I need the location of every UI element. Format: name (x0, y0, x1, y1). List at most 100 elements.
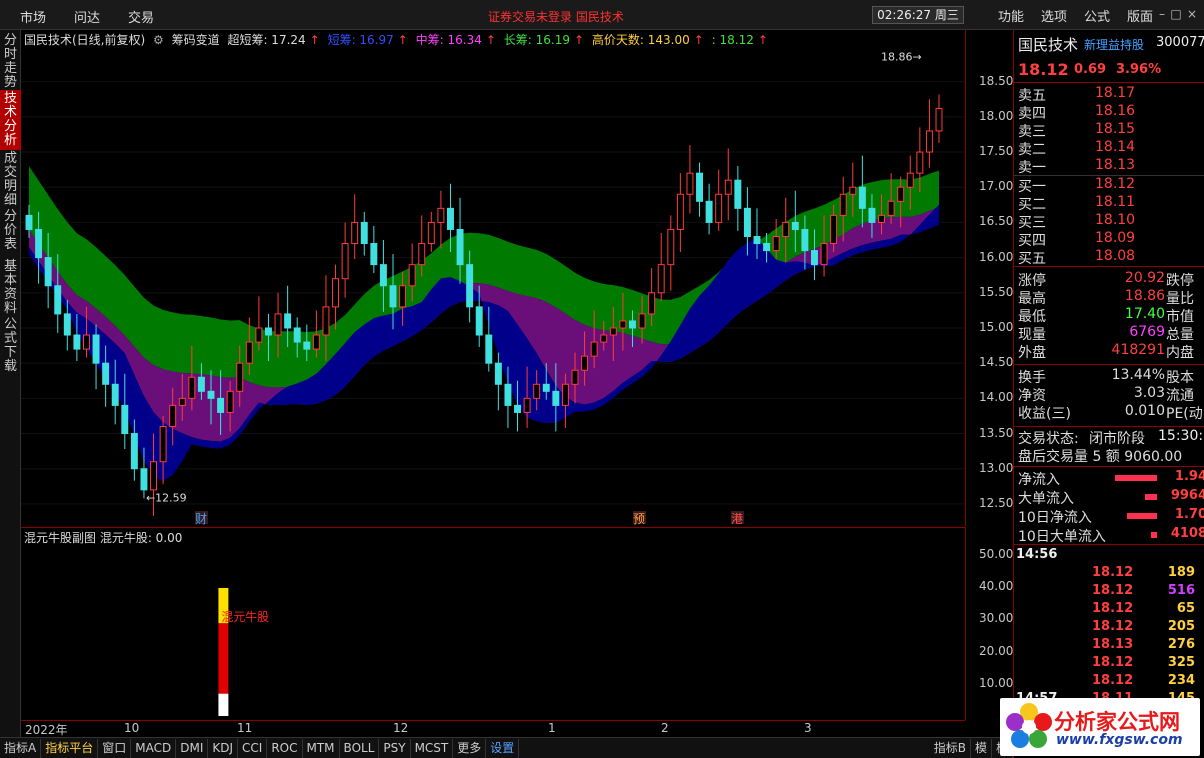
top-menu-bar: 市场 问达 交易 证券交易未登录 国民技术 02:26:27 周三 功能 选项 … (0, 0, 1204, 30)
stat-value: 20.92 (1124, 270, 1165, 286)
tab-boll[interactable]: BOLL (340, 738, 380, 758)
sub-indicator-chart[interactable]: 混元牛股 (21, 527, 965, 720)
ask-label: 卖三 (1018, 124, 1046, 140)
tab-more[interactable]: 更多 (453, 738, 487, 758)
ask-label: 卖二 (1018, 142, 1046, 158)
last-price: 18.12 (1018, 60, 1069, 79)
tab-fundamentals[interactable]: 基本资料 (0, 258, 21, 318)
tick-row: 18.12 65 (1016, 601, 1203, 619)
tab-intraday[interactable]: 分时走势 (0, 32, 21, 92)
tab-kdj[interactable]: KDJ (208, 738, 239, 758)
tab-window[interactable]: 窗口 (98, 738, 132, 758)
menu-ask[interactable]: 问达 (74, 7, 100, 26)
tick-volume: 189 (1167, 565, 1195, 580)
tab-indicator-platform[interactable]: 指标平台 (41, 738, 99, 758)
tab-template[interactable]: 模 (971, 738, 992, 758)
ask-row[interactable]: 卖一 18.13 (1018, 157, 1201, 176)
menu-formula[interactable]: 公式 (1084, 6, 1110, 25)
tab-price-table[interactable]: 分价表 (0, 208, 21, 254)
stat-label2: 股本 (1166, 370, 1194, 386)
tab-indicator-a[interactable]: 指标A (0, 738, 42, 758)
minimize-icon[interactable]: – (1156, 8, 1168, 20)
main-chart-legend: 国民技术(日线,前复权) ⚙ 筹码变道 超短筹: 17.24 ↑ 短筹: 16.9… (24, 31, 772, 48)
flow-row: 净流入 1.94 (1018, 469, 1204, 488)
tick-price: 18.12 (1092, 655, 1134, 670)
divider (1014, 82, 1204, 83)
event-marker[interactable]: 财 (195, 511, 208, 526)
tick-volume: 205 (1167, 619, 1195, 634)
up-arrow-icon: ↑ (397, 33, 408, 47)
price-tick-label: 18.00 (979, 108, 1014, 123)
divider (1014, 426, 1204, 427)
up-arrow-icon: ↑ (485, 33, 496, 47)
tab-dmi[interactable]: DMI (176, 738, 209, 758)
clock-display: 02:26:27 周三 (872, 6, 964, 24)
bid-row[interactable]: 买二 18.11 (1018, 194, 1201, 213)
legend-mid: 中筹: 16.34 (415, 33, 482, 47)
event-marker[interactable]: 预 (633, 511, 646, 526)
tab-indicator-b[interactable]: 指标B (930, 738, 971, 758)
date-label: 2 (661, 721, 669, 735)
ask-label: 卖一 (1018, 160, 1046, 176)
bid-row[interactable]: 买四 18.09 (1018, 230, 1201, 249)
tab-settings[interactable]: 设置 (486, 738, 520, 758)
bid-row[interactable]: 买五 18.08 (1018, 248, 1201, 267)
tab-technical-analysis[interactable]: 技术分析 (0, 90, 21, 150)
candle (705, 183, 713, 235)
flow-value: 9964 (1170, 488, 1204, 503)
menu-function[interactable]: 功能 (998, 6, 1024, 25)
low-price-marker: ←12.59 (146, 492, 187, 505)
stock-tag[interactable]: 新理益持股 (1084, 36, 1144, 53)
stat-label: 外盘 (1018, 345, 1046, 361)
settings-gear-icon[interactable]: ⚙ (153, 33, 164, 47)
up-arrow-icon: ↑ (309, 33, 320, 47)
stat-label2: 流通 (1166, 388, 1194, 404)
ask-row[interactable]: 卖五 18.17 (1018, 85, 1201, 104)
bid-row[interactable]: 买一 18.12 (1018, 176, 1201, 195)
tab-formula-download[interactable]: 公式下载 (0, 316, 21, 376)
after-hours-volume: 盘后交易量 5 额 9060.00 (1018, 449, 1183, 465)
stock-code: 300077 (1156, 35, 1204, 50)
close-icon[interactable]: × (1186, 8, 1198, 20)
tab-trade-detail[interactable]: 成交明细 (0, 150, 21, 210)
tab-psy[interactable]: PSY (379, 738, 411, 758)
event-marker[interactable]: 港 (731, 511, 744, 526)
ask-row[interactable]: 卖四 18.16 (1018, 103, 1201, 122)
legend-last: : 18.12 (711, 33, 754, 47)
price-tick-label: 17.00 (979, 179, 1014, 194)
tab-cci[interactable]: CCI (238, 738, 268, 758)
ask-label: 卖四 (1018, 106, 1046, 122)
stat-row: 换手 13.44% 股本 (1018, 367, 1201, 386)
tab-roc[interactable]: ROC (267, 738, 303, 758)
stat-label: 现量 (1018, 327, 1046, 343)
ask-label: 卖五 (1018, 88, 1046, 104)
stat-value: 17.40 (1124, 306, 1165, 322)
menu-trade[interactable]: 交易 (128, 7, 154, 26)
sub-chart-legend: 混元牛股副图 混元牛股: 0.00 (24, 531, 183, 545)
menu-layout[interactable]: 版面 (1127, 6, 1153, 25)
ask-row[interactable]: 卖二 18.14 (1018, 139, 1201, 158)
price-tick-label: 16.00 (979, 249, 1014, 264)
ask-row[interactable]: 卖三 18.15 (1018, 121, 1201, 140)
flow-bar (1145, 494, 1157, 500)
maximize-icon[interactable]: □ (1170, 8, 1182, 20)
main-kline-chart[interactable]: ←12.59 18.86→ 财 预 港 (21, 30, 965, 526)
sub-tick-label: 40.00 (979, 579, 1014, 594)
sub-tick-label: 30.00 (979, 611, 1014, 626)
menu-options[interactable]: 选项 (1041, 6, 1067, 25)
trade-login-warning[interactable]: 证券交易未登录 国民技术 (488, 8, 624, 25)
menu-market[interactable]: 市场 (20, 7, 46, 26)
flow-label: 大单流入 (1018, 491, 1074, 507)
bid-row[interactable]: 买三 18.10 (1018, 212, 1201, 231)
tab-mcst[interactable]: MCST (411, 738, 454, 758)
trade-status-value: 闭市阶段 (1089, 431, 1145, 447)
legend-long: 长筹: 16.19 (503, 33, 570, 47)
sub-axis: 50.00 40.00 30.00 20.00 10.00 (965, 527, 1013, 720)
price-tick-label: 12.50 (979, 495, 1014, 510)
bid-price: 18.09 (1095, 230, 1136, 246)
tab-macd[interactable]: MACD (131, 738, 177, 758)
long-chip-band (29, 166, 939, 388)
tab-mtm[interactable]: MTM (303, 738, 340, 758)
stat-label2: 跌停 (1166, 273, 1194, 289)
stat-label: 换手 (1018, 370, 1046, 386)
